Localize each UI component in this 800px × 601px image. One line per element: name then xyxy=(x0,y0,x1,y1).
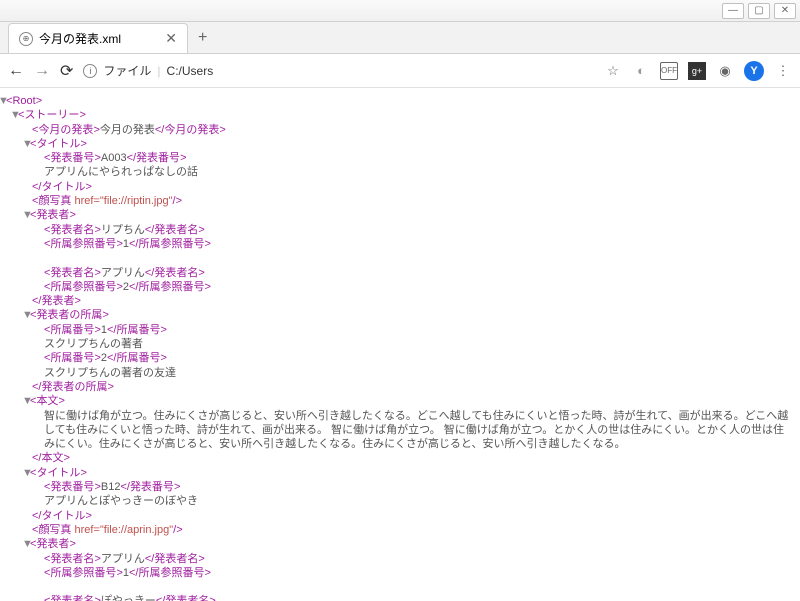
reload-button[interactable]: ⟳ xyxy=(60,61,73,81)
star-icon[interactable]: ☆ xyxy=(604,62,622,80)
back-button[interactable]: ← xyxy=(8,62,24,80)
close-window-button[interactable]: ✕ xyxy=(774,3,796,19)
url-file-label: ファイル xyxy=(103,62,151,79)
toolbar: ← → ⟳ i ファイル | C:/Users ☆ ◐ OFF g+ ◉ Y ⋮ xyxy=(0,54,800,88)
new-tab-button[interactable]: + xyxy=(188,23,217,53)
close-tab-button[interactable]: ✕ xyxy=(165,30,177,47)
address-bar[interactable]: i ファイル | C:/Users xyxy=(83,62,594,79)
window-titlebar: — ▢ ✕ xyxy=(0,0,800,22)
xml-content: ▼<Root> ▼<ストーリー> <今月の発表>今月の発表</今月の発表> ▼<… xyxy=(0,88,800,601)
url-path: C:/Users xyxy=(167,64,214,78)
minimize-button[interactable]: — xyxy=(722,3,744,19)
menu-button[interactable]: ⋮ xyxy=(774,62,792,80)
share-icon[interactable]: g+ xyxy=(688,62,706,80)
tab-title: 今月の発表.xml xyxy=(39,30,121,47)
tab-active[interactable]: ⊕ 今月の発表.xml ✕ xyxy=(8,23,188,53)
profile-avatar[interactable]: Y xyxy=(744,61,764,81)
info-icon: i xyxy=(83,64,97,78)
forward-button[interactable]: → xyxy=(34,62,50,80)
tab-bar: ⊕ 今月の発表.xml ✕ + xyxy=(0,22,800,54)
off-icon[interactable]: OFF xyxy=(660,62,678,80)
globe-icon: ⊕ xyxy=(19,32,33,46)
bolt-icon[interactable]: ◐ xyxy=(632,62,650,80)
maximize-button[interactable]: ▢ xyxy=(748,3,770,19)
ext-icon[interactable]: ◉ xyxy=(716,62,734,80)
url-separator: | xyxy=(157,64,160,78)
